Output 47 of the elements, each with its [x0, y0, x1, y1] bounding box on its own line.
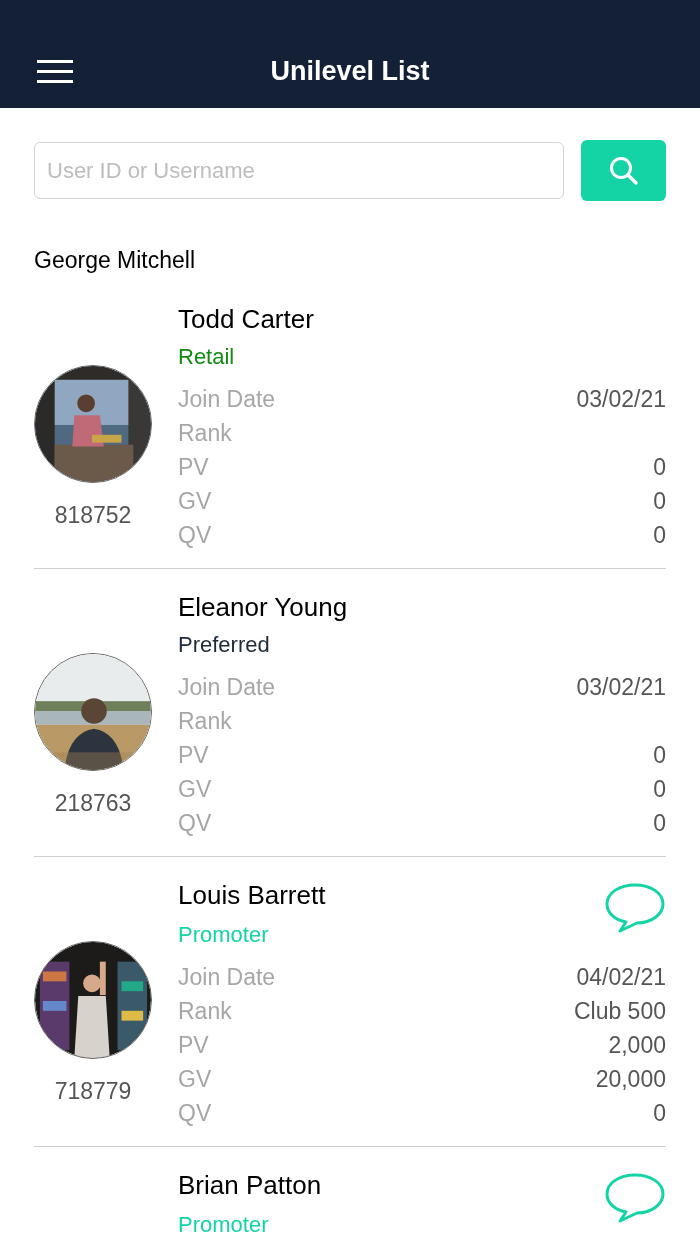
stat-value: 03/02/21 — [576, 672, 666, 702]
stat-label: Rank — [178, 996, 232, 1026]
stat-label: QV — [178, 1098, 212, 1128]
stat-label: Join Date — [178, 672, 276, 702]
search-button[interactable] — [581, 140, 666, 201]
member-name: Todd Carter — [178, 303, 314, 335]
member-type: Retail — [178, 343, 236, 371]
stat-label: Join Date — [178, 384, 276, 414]
stat-value: 04/02/21 — [576, 962, 666, 992]
stat-value: 2,000 — [608, 1030, 666, 1060]
stat-value: 0 — [653, 1098, 666, 1128]
stat-value: 0 — [653, 740, 666, 770]
stat-label: GV — [178, 486, 212, 516]
stat-label: GV — [178, 1064, 212, 1094]
stat-label: PV — [178, 1030, 209, 1060]
stat-value: 0 — [653, 486, 666, 516]
member-name: Eleanor Young — [178, 591, 348, 623]
stat-value: Club 500 — [573, 996, 666, 1026]
search-field[interactable]: User ID or Username — [34, 142, 564, 199]
member-id: 218763 — [54, 789, 132, 818]
stat-label: PV — [178, 452, 209, 482]
stat-value: 0 — [653, 808, 666, 838]
stat-value: 0 — [653, 452, 666, 482]
stat-label: Rank — [178, 418, 232, 448]
stat-label: Rank — [178, 706, 232, 736]
chat-bubble-icon[interactable] — [604, 1173, 666, 1223]
chat-bubble-icon[interactable] — [604, 883, 666, 933]
member-name: Brian Patton — [178, 1169, 322, 1202]
sponsor-name: George Mitchell — [33, 246, 197, 275]
stat-label: QV — [178, 808, 212, 838]
member-id: 818752 — [54, 501, 132, 530]
stat-value: 0 — [653, 520, 666, 550]
menu-icon[interactable] — [37, 60, 73, 83]
stat-value: 03/02/21 — [576, 384, 666, 414]
member-type: Promoter — [178, 921, 270, 949]
search-icon — [608, 155, 639, 186]
stat-label: QV — [178, 520, 212, 550]
stat-label: GV — [178, 774, 212, 804]
screen-title: Unilevel List — [270, 55, 430, 87]
member-id: 718779 — [54, 1077, 132, 1106]
stat-value: 20,000 — [595, 1064, 666, 1094]
stat-label: Join Date — [178, 962, 276, 992]
member-type: Preferred — [178, 631, 271, 659]
stat-value: 0 — [653, 774, 666, 804]
member-name: Louis Barrett — [178, 879, 326, 912]
member-type: Promoter — [178, 1211, 270, 1239]
stat-label: PV — [178, 740, 209, 770]
